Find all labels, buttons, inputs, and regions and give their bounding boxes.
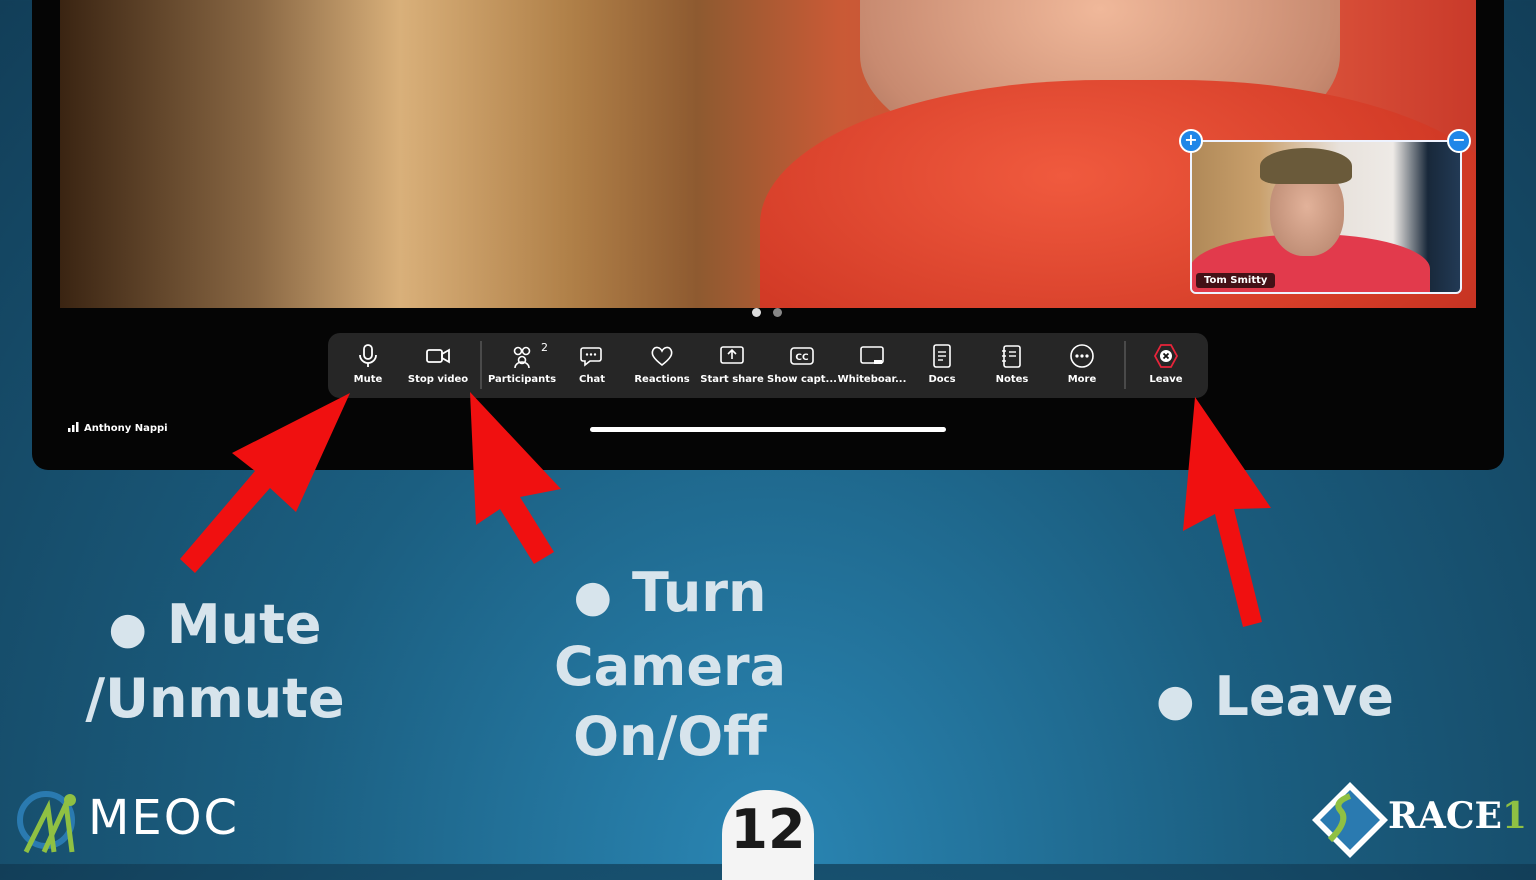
caption-bullet: ● bbox=[573, 571, 612, 622]
caption-camera-text-2: Camera bbox=[553, 635, 787, 698]
caption-leave: ● Leave bbox=[1155, 662, 1395, 736]
caption-mute-text-1: Mute bbox=[166, 593, 322, 656]
slide-number: 12 bbox=[722, 790, 814, 880]
caption-camera-text-3: On/Off bbox=[573, 705, 767, 768]
caption-leave-line-1: ● Leave bbox=[1155, 662, 1395, 736]
arrow-to-mute bbox=[180, 393, 350, 573]
race1-logo-icon bbox=[1312, 782, 1388, 858]
caption-camera-text-1: Turn bbox=[631, 561, 767, 624]
caption-leave-text-1: Leave bbox=[1214, 665, 1394, 728]
caption-camera-line-1: ● Turn bbox=[545, 558, 795, 632]
caption-camera: ● Turn Camera On/Off bbox=[545, 558, 795, 772]
caption-bullet: ● bbox=[108, 603, 147, 654]
arrow-to-camera bbox=[470, 392, 561, 564]
caption-bullet: ● bbox=[1156, 675, 1195, 726]
meoc-logo-icon bbox=[17, 791, 76, 854]
caption-mute-text-2: /Unmute bbox=[85, 667, 345, 730]
race1-logo-text: RACE1 bbox=[1388, 795, 1527, 837]
race1-logo-word: RACE bbox=[1388, 795, 1502, 837]
arrow-to-leave bbox=[1183, 397, 1271, 627]
caption-mute: ● Mute /Unmute bbox=[80, 590, 350, 734]
caption-mute-line-1: ● Mute bbox=[80, 590, 350, 664]
race1-logo-suffix: 1 bbox=[1501, 795, 1528, 837]
meoc-logo-text: MEOC bbox=[88, 790, 240, 846]
